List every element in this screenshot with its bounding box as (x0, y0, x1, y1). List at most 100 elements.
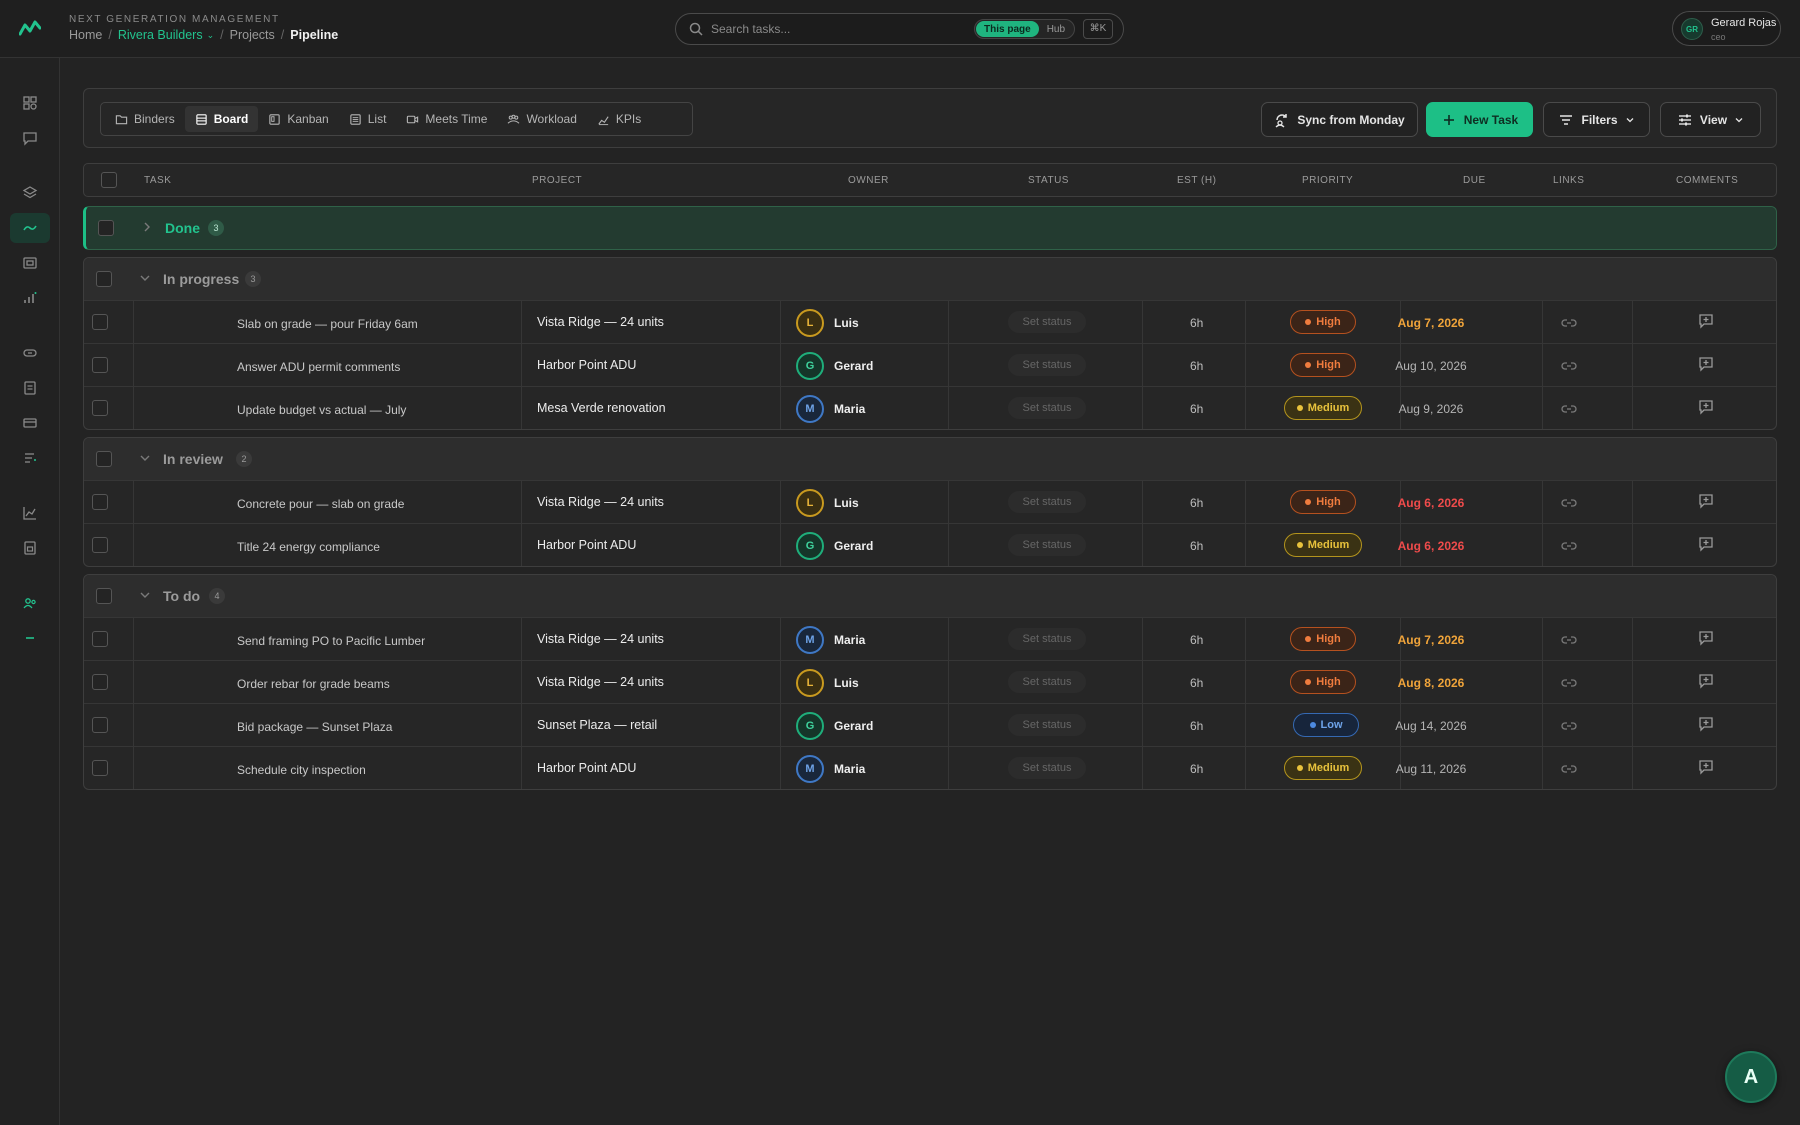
add-comment-icon[interactable] (1698, 536, 1714, 552)
priority-badge[interactable]: Medium (1284, 533, 1362, 557)
project-name[interactable]: Vista Ridge — 24 units (537, 675, 664, 689)
tab-board[interactable]: Board (184, 106, 259, 132)
sync-from-monday-button[interactable]: Sync from Monday (1261, 102, 1418, 137)
estimate-hours[interactable]: 6h (1190, 676, 1203, 690)
filters-button[interactable]: Filters (1543, 102, 1650, 137)
add-comment-icon[interactable] (1698, 759, 1714, 775)
status-select[interactable]: Set status (1008, 671, 1086, 693)
scope-this-page[interactable]: This page (976, 21, 1039, 37)
task-name[interactable]: Schedule city inspection (237, 763, 366, 777)
row-checkbox[interactable] (92, 494, 108, 510)
column-header-status[interactable]: STATUS (1028, 175, 1069, 186)
due-date[interactable]: Aug 7, 2026 (1371, 633, 1491, 647)
status-select[interactable]: Set status (1008, 354, 1086, 376)
add-comment-icon[interactable] (1698, 673, 1714, 689)
project-name[interactable]: Harbor Point ADU (537, 358, 636, 372)
user-menu[interactable]: GR Gerard Rojas ceo (1672, 11, 1781, 46)
add-comment-icon[interactable] (1698, 716, 1714, 732)
chevron-down-icon[interactable] (138, 451, 152, 465)
priority-badge[interactable]: Medium (1284, 756, 1362, 780)
link-icon[interactable] (1561, 719, 1577, 733)
owner-avatar[interactable]: M (796, 626, 824, 654)
task-name[interactable]: Concrete pour — slab on grade (237, 497, 404, 511)
table-row[interactable]: Concrete pour — slab on grade Vista Ridge… (84, 480, 1776, 524)
app-logo-icon[interactable] (19, 19, 41, 37)
due-date[interactable]: Aug 14, 2026 (1371, 719, 1491, 733)
project-name[interactable]: Vista Ridge — 24 units (537, 315, 664, 329)
sidebar-item-messages[interactable] (10, 123, 50, 153)
owner-avatar[interactable]: G (796, 712, 824, 740)
breadcrumb-home[interactable]: Home (69, 28, 102, 42)
project-name[interactable]: Mesa Verde renovation (537, 401, 666, 415)
sidebar-item-pipeline[interactable] (10, 213, 50, 243)
sidebar-item-checklist[interactable] (10, 533, 50, 563)
sidebar-item-billing[interactable] (10, 408, 50, 438)
project-name[interactable]: Vista Ridge — 24 units (537, 632, 664, 646)
search-input[interactable] (711, 20, 951, 38)
row-checkbox[interactable] (92, 357, 108, 373)
tab-kanban[interactable]: Kanban (258, 106, 338, 132)
group-header[interactable]: In progress 3 (84, 258, 1776, 300)
sidebar-item-documents[interactable] (10, 373, 50, 403)
column-header-comments[interactable]: COMMENTS (1676, 175, 1738, 186)
priority-badge[interactable]: High (1290, 490, 1356, 514)
row-checkbox[interactable] (92, 674, 108, 690)
table-row[interactable]: Send framing PO to Pacific Lumber Vista R… (84, 617, 1776, 661)
task-name[interactable]: Send framing PO to Pacific Lumber (237, 634, 425, 648)
group-header[interactable]: In review 2 (84, 438, 1776, 480)
add-comment-icon[interactable] (1698, 356, 1714, 372)
column-header-project[interactable]: PROJECT (532, 175, 582, 186)
priority-badge[interactable]: High (1290, 627, 1356, 651)
table-row[interactable]: Slab on grade — pour Friday 6am Vista Rid… (84, 300, 1776, 344)
status-select[interactable]: Set status (1008, 714, 1086, 736)
due-date[interactable]: Aug 9, 2026 (1371, 402, 1491, 416)
task-name[interactable]: Bid package — Sunset Plaza (237, 720, 392, 734)
project-name[interactable]: Harbor Point ADU (537, 761, 636, 775)
tab-workload[interactable]: Workload (497, 106, 586, 132)
row-checkbox[interactable] (92, 717, 108, 733)
status-select[interactable]: Set status (1008, 491, 1086, 513)
select-all-checkbox[interactable] (101, 172, 117, 188)
row-checkbox[interactable] (92, 314, 108, 330)
task-name[interactable]: Update budget vs actual — July (237, 403, 406, 417)
status-select[interactable]: Set status (1008, 534, 1086, 556)
add-comment-icon[interactable] (1698, 313, 1714, 329)
sidebar-item-layers[interactable] (10, 178, 50, 208)
estimate-hours[interactable]: 6h (1190, 402, 1203, 416)
new-task-button[interactable]: New Task (1426, 102, 1533, 137)
tab-list[interactable]: List (339, 106, 397, 132)
column-header-links[interactable]: LINKS (1553, 175, 1584, 186)
due-date[interactable]: Aug 11, 2026 (1371, 762, 1491, 776)
task-name[interactable]: Title 24 energy compliance (237, 540, 380, 554)
table-row[interactable]: Order rebar for grade beams Vista Ridge —… (84, 660, 1776, 704)
column-header-priority[interactable]: PRIORITY (1302, 175, 1353, 186)
link-icon[interactable] (1561, 539, 1577, 553)
chevron-down-icon[interactable] (138, 588, 152, 602)
row-checkbox[interactable] (92, 760, 108, 776)
status-select[interactable]: Set status (1008, 311, 1086, 333)
due-date[interactable]: Aug 6, 2026 (1371, 496, 1491, 510)
sidebar-item-collapse[interactable] (10, 623, 50, 653)
sidebar-item-dashboard[interactable] (10, 88, 50, 118)
add-comment-icon[interactable] (1698, 399, 1714, 415)
tab-meets-time[interactable]: Meets Time (396, 106, 497, 132)
owner-avatar[interactable]: M (796, 395, 824, 423)
sidebar-item-tickets[interactable] (10, 338, 50, 368)
owner-avatar[interactable]: L (796, 669, 824, 697)
table-row[interactable]: Schedule city inspection Harbor Point ADU… (84, 746, 1776, 789)
sidebar-item-reports[interactable] (10, 498, 50, 528)
estimate-hours[interactable]: 6h (1190, 316, 1203, 330)
add-comment-icon[interactable] (1698, 630, 1714, 646)
owner-avatar[interactable]: L (796, 309, 824, 337)
status-select[interactable]: Set status (1008, 397, 1086, 419)
status-select[interactable]: Set status (1008, 628, 1086, 650)
group-header[interactable]: To do 4 (84, 575, 1776, 617)
priority-badge[interactable]: Low (1293, 713, 1359, 737)
status-select[interactable]: Set status (1008, 757, 1086, 779)
sidebar-item-team[interactable] (10, 588, 50, 618)
priority-badge[interactable]: High (1290, 353, 1356, 377)
table-row[interactable]: Bid package — Sunset Plaza Sunset Plaza —… (84, 703, 1776, 747)
scope-hub[interactable]: Hub (1039, 21, 1073, 37)
due-date[interactable]: Aug 10, 2026 (1371, 359, 1491, 373)
due-date[interactable]: Aug 7, 2026 (1371, 316, 1491, 330)
